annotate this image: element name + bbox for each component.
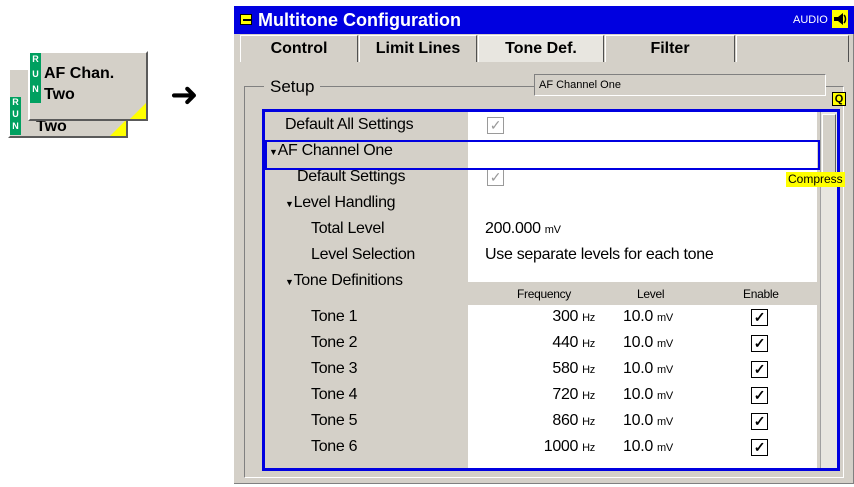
softkey-label-line1: AF Chan. xyxy=(44,65,115,82)
tone-level-value: 10.0 xyxy=(623,308,653,325)
run-letter: N xyxy=(32,84,39,94)
tone-frequency[interactable]: 1000 Hz xyxy=(543,434,596,460)
tone-frequency-value: 1000 xyxy=(543,438,579,455)
title-bar: Multitone Configuration AUDIO xyxy=(234,6,854,34)
tab-tone-def[interactable]: Tone Def. xyxy=(478,35,604,62)
tone-level[interactable]: 10.0 mV xyxy=(623,330,673,356)
tone-frequency-unit: Hz xyxy=(582,338,595,350)
run-indicator-back: R U N xyxy=(10,97,21,135)
mode-label: AUDIO xyxy=(793,14,828,26)
tone-level[interactable]: 10.0 mV xyxy=(623,408,673,434)
channel-display: AF Channel One xyxy=(534,74,826,96)
tone-level-unit: mV xyxy=(656,364,673,376)
tone-frequency[interactable]: 720 Hz xyxy=(552,382,595,408)
tone-level-value: 10.0 xyxy=(623,438,653,455)
tone-name: Tone 5 xyxy=(311,412,358,429)
window-title: Multitone Configuration xyxy=(258,10,461,30)
tone-level-value: 10.0 xyxy=(623,360,653,377)
tone-level-unit: mV xyxy=(656,312,673,324)
selection-frame xyxy=(265,140,820,170)
tone-frequency-unit: Hz xyxy=(582,416,595,428)
tone-enable-checkbox[interactable]: ✓ xyxy=(751,413,768,430)
tone-frequency-value: 860 xyxy=(552,412,579,429)
run-letter: R xyxy=(12,97,19,107)
tone-frequency-unit: Hz xyxy=(582,442,595,454)
tone-level-unit: mV xyxy=(656,416,673,428)
tone-name: Tone 3 xyxy=(311,360,358,377)
tone-enable-checkbox[interactable]: ✓ xyxy=(751,439,768,456)
tone-level[interactable]: 10.0 mV xyxy=(623,356,673,382)
tone-level-value: 10.0 xyxy=(623,412,653,429)
tone-level-unit: mV xyxy=(656,442,673,454)
tone-level-unit: mV xyxy=(656,338,673,350)
speaker-icon[interactable] xyxy=(832,10,848,28)
tone-frequency[interactable]: 300 Hz xyxy=(552,304,595,330)
softkey-label-line2: Two xyxy=(44,86,75,103)
window-menu-icon[interactable] xyxy=(240,14,252,25)
q-badge[interactable]: Q xyxy=(832,92,846,106)
softkey-back-corner xyxy=(110,120,126,136)
tone-frequency-value: 720 xyxy=(552,386,579,403)
run-letter: R xyxy=(32,54,39,64)
tone-frequency-unit: Hz xyxy=(582,312,595,324)
tab-empty xyxy=(736,35,849,62)
compress-badge[interactable]: Compress xyxy=(786,172,845,187)
tone-level-value: 10.0 xyxy=(623,334,653,351)
tone-name: Tone 4 xyxy=(311,386,358,403)
run-indicator: R U N xyxy=(30,53,41,103)
tone-level[interactable]: 10.0 mV xyxy=(623,304,673,330)
tone-frequency-value: 300 xyxy=(552,308,579,325)
vertical-scrollbar[interactable] xyxy=(820,112,837,468)
tone-level-unit: mV xyxy=(656,390,673,402)
scrollbar-thumb[interactable] xyxy=(822,114,836,178)
tone-enable-checkbox[interactable]: ✓ xyxy=(751,309,768,326)
tone-frequency-unit: Hz xyxy=(582,364,595,376)
tone-enable-checkbox[interactable]: ✓ xyxy=(751,335,768,352)
tone-frequency[interactable]: 860 Hz xyxy=(552,408,595,434)
run-letter: U xyxy=(12,109,19,119)
tone-frequency-value: 440 xyxy=(552,334,579,351)
tone-enable-checkbox[interactable]: ✓ xyxy=(751,387,768,404)
softkey-corner xyxy=(130,103,146,119)
tone-frequency-value: 580 xyxy=(552,360,579,377)
af-channel-two-softkey[interactable]: AF Chan. Two xyxy=(28,51,148,121)
tone-name: Tone 1 xyxy=(311,308,358,325)
tab-limit-lines[interactable]: Limit Lines xyxy=(359,35,477,62)
tab-control[interactable]: Control xyxy=(240,35,358,62)
run-letter: N xyxy=(12,121,19,131)
run-letter: U xyxy=(32,69,39,79)
tone-frequency[interactable]: 440 Hz xyxy=(552,330,595,356)
tone-frequency-unit: Hz xyxy=(582,390,595,402)
arrow-icon: ➜ xyxy=(170,75,199,115)
tab-filter[interactable]: Filter xyxy=(605,35,735,62)
tone-level-value: 10.0 xyxy=(623,386,653,403)
tone-name: Tone 2 xyxy=(311,334,358,351)
setup-label: Setup xyxy=(264,76,321,98)
tone-level[interactable]: 10.0 mV xyxy=(623,434,673,460)
tone-level[interactable]: 10.0 mV xyxy=(623,382,673,408)
tone-enable-checkbox[interactable]: ✓ xyxy=(751,361,768,378)
multitone-window: Multitone Configuration AUDIO Control Li… xyxy=(234,6,854,484)
tone-name: Tone 6 xyxy=(311,438,358,455)
tone-frequency[interactable]: 580 Hz xyxy=(552,356,595,382)
